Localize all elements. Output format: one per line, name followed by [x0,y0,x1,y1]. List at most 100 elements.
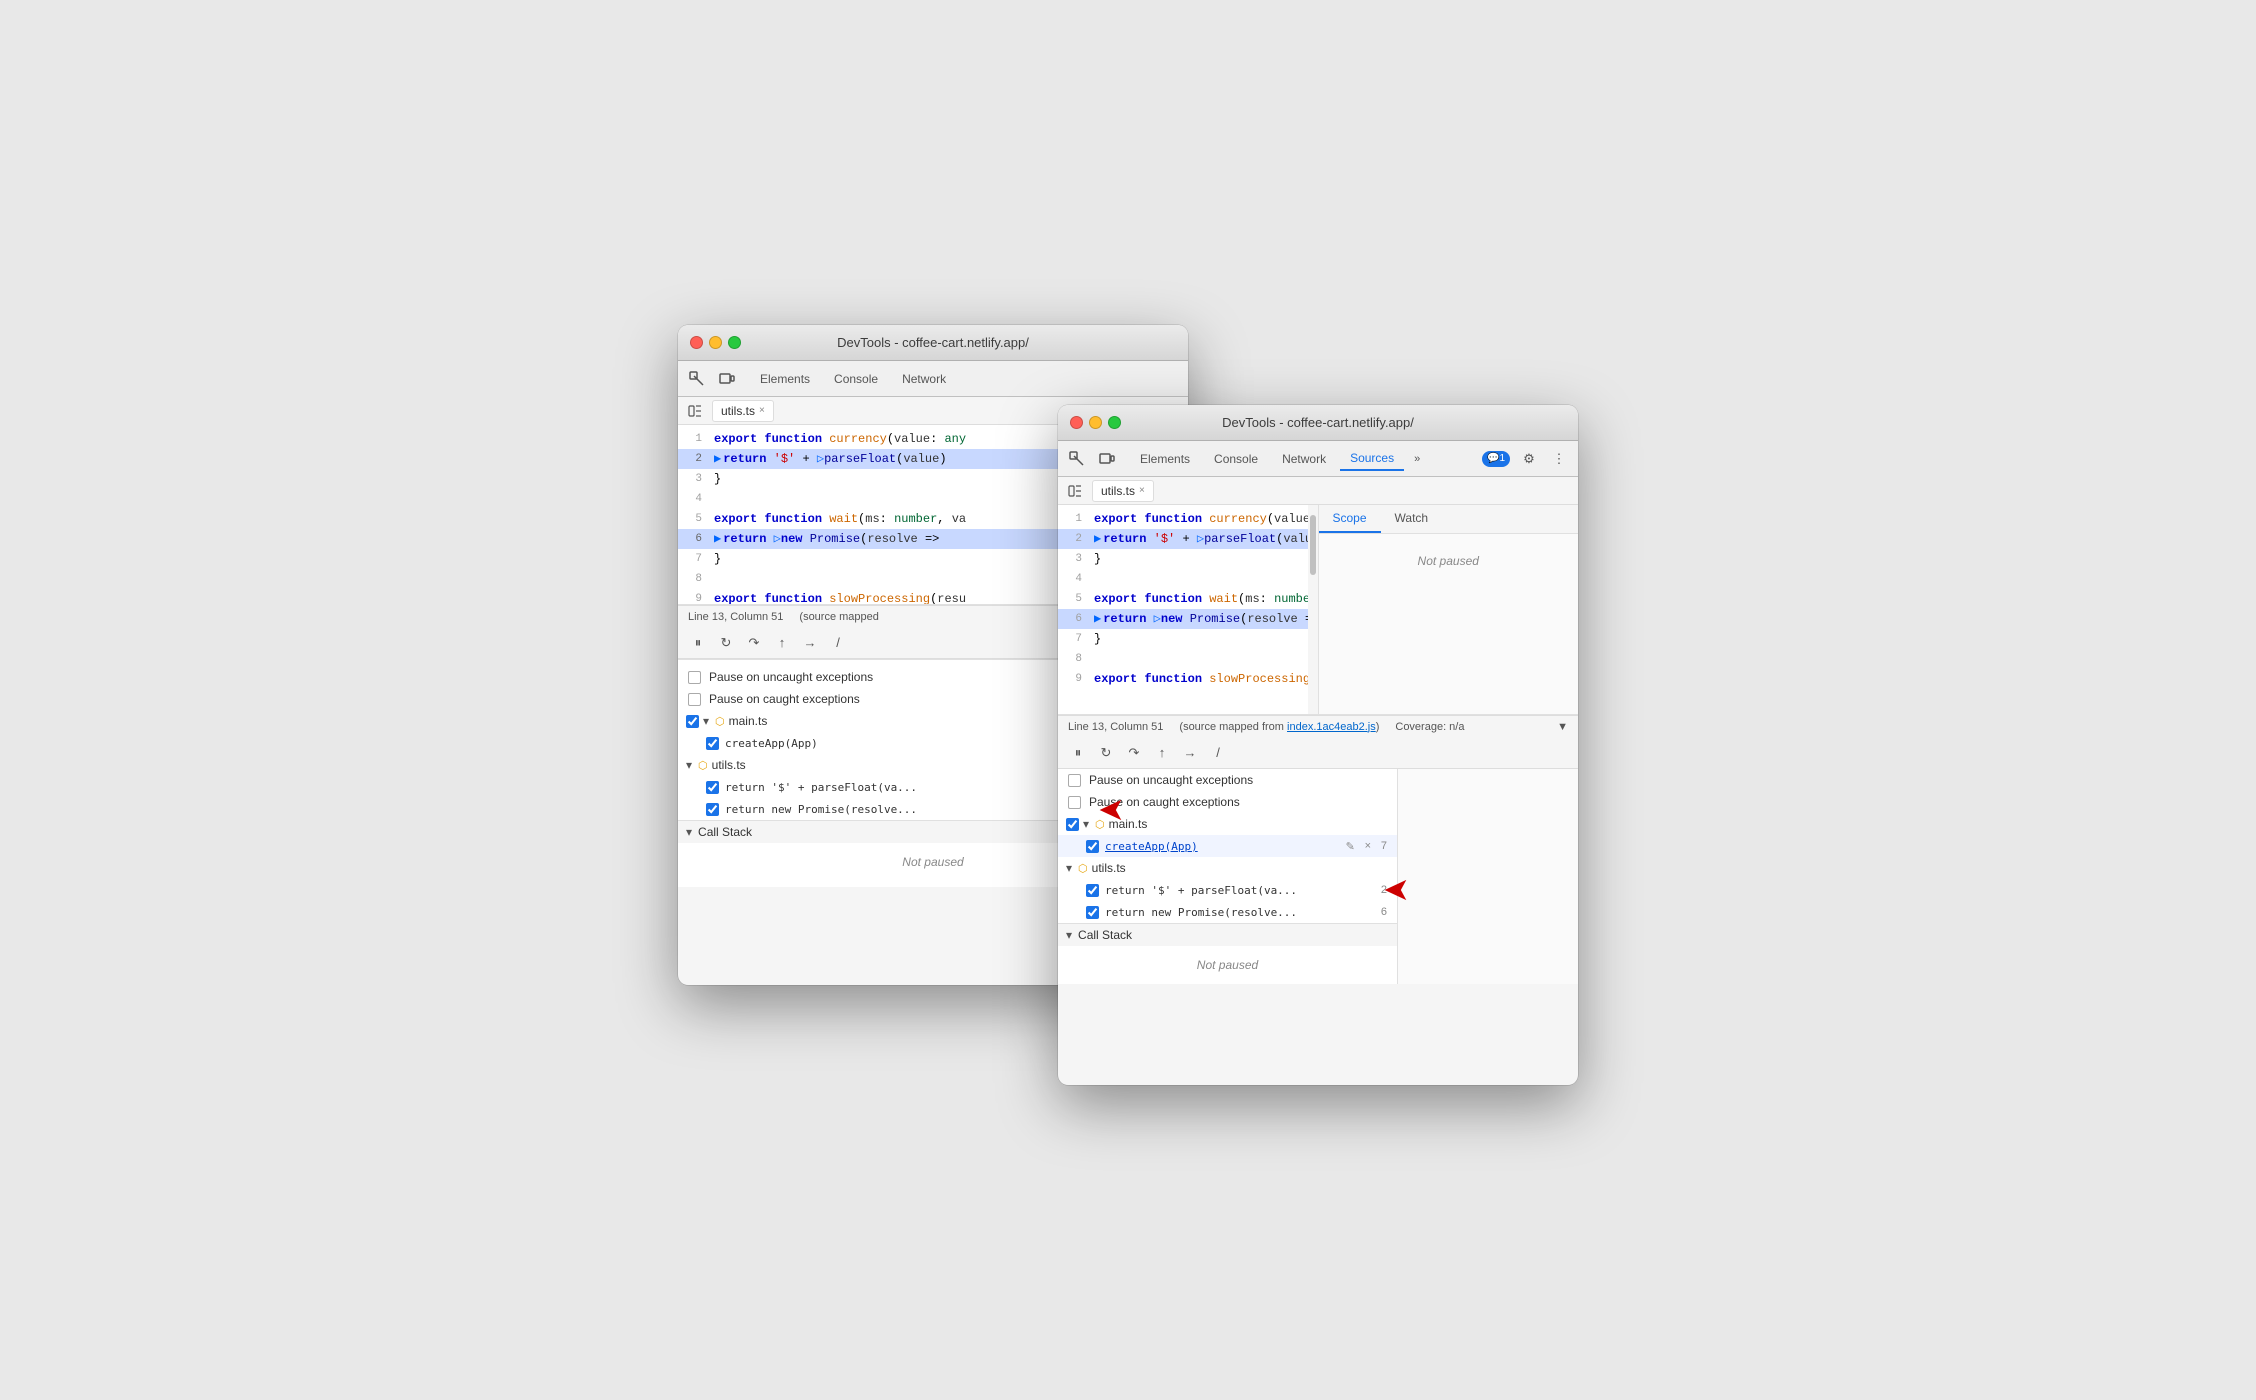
deactivate-btn-back[interactable]: / [828,633,848,653]
inspector-icon-back[interactable] [686,368,708,390]
pause-btn-back[interactable]: ⏸ [688,633,708,653]
bp-section-utils-front[interactable]: ▾ ⬡ utils.ts [1058,857,1397,879]
bp-edit-btn-front[interactable]: ✎ [1346,840,1355,853]
bp-return2-front[interactable]: return new Promise(resolve... 6 [1058,901,1397,923]
bp-return1-cb-back[interactable] [706,781,719,794]
step-over-btn-back[interactable]: ↷ [744,633,764,653]
bp-return1-front[interactable]: return '$' + parseFloat(va... 2 [1058,879,1397,901]
tabbar-back: Elements Console Network [678,361,1188,397]
pause-uncaught-label-front: Pause on uncaught exceptions [1089,773,1253,787]
tab-actions-front: 💬 1 ⚙ ⋮ [1482,448,1570,470]
not-paused-front: Not paused [1058,946,1397,984]
scope-tab-watch[interactable]: Watch [1381,505,1443,533]
bp-createapp-front[interactable]: createApp(App) ✎ × 7 [1058,835,1397,857]
status-source-back: (source mapped [799,611,879,623]
sidebar-toggle-front[interactable] [1066,482,1084,500]
expand-utils-back: ▾ [686,758,692,772]
close-button-back[interactable] [690,336,703,349]
code-scope-split: 1 export function currency(value: any) {… [1058,505,1578,715]
status-coverage-front: Coverage: n/a [1395,721,1464,733]
bp-section-main-front[interactable]: ▾ ⬡ main.ts [1058,813,1397,835]
fullscreen-button-back[interactable] [728,336,741,349]
callstack-label-back: Call Stack [698,825,752,839]
bp-createapp-cb-front[interactable] [1086,840,1099,853]
callstack-header-front[interactable]: ▾ Call Stack [1058,923,1397,946]
tab-network-front[interactable]: Network [1272,448,1336,470]
bp-return2-cb-back[interactable] [706,803,719,816]
close-button-front[interactable] [1070,416,1083,429]
settings-btn-front[interactable]: ⚙ [1518,448,1540,470]
resume-btn-front[interactable]: ↻ [1096,743,1116,763]
tab-console-front[interactable]: Console [1204,448,1268,470]
breakpoints-panel-front: Pause on uncaught exceptions Pause on ca… [1058,769,1398,984]
bp-close-btn-front[interactable]: × [1361,839,1375,853]
notification-icon-front: 💬 [1487,453,1499,464]
tab-elements-back[interactable]: Elements [750,368,820,390]
step-fwd-btn-back[interactable]: → [800,633,820,653]
scope-panel-bottom-front [1398,769,1578,984]
deactivate-btn-front[interactable]: / [1208,743,1228,763]
bp-return1-cb-front[interactable] [1086,884,1099,897]
pause-caught-checkbox-front[interactable] [1068,796,1081,809]
utils-ts-icon-back: ⬡ [698,759,708,772]
file-tab-back[interactable]: utils.ts × [712,400,774,422]
code-scrollbar-front[interactable] [1308,505,1318,714]
debug-toolbar-front: ⏸ ↻ ↷ ↑ → / [1058,737,1578,769]
bp-createapp-code-front: createApp(App) [1105,840,1340,853]
pause-uncaught-row-front: Pause on uncaught exceptions [1058,769,1397,791]
file-tab-close-back[interactable]: × [759,405,765,416]
step-out-btn-back[interactable]: ↑ [772,633,792,653]
code-line-2-front: 2 ▶return '$' + ▷parseFloat(value).▷toFi… [1058,529,1318,549]
status-position-front: Line 13, Column 51 [1068,721,1163,733]
main-ts-name-back: main.ts [729,714,768,728]
sidebar-toggle-back[interactable] [686,402,704,420]
titlebar-front: DevTools - coffee-cart.netlify.app/ [1058,405,1578,441]
device-icon-front[interactable] [1096,448,1118,470]
devtools-window-front: DevTools - coffee-cart.netlify.app/ Elem… [1058,405,1578,1085]
fullscreen-button-front[interactable] [1108,416,1121,429]
utils-ts-icon-front: ⬡ [1078,862,1088,875]
source-map-link-front[interactable]: index.1ac4eab2.js [1287,721,1376,733]
step-fwd-btn-front[interactable]: → [1180,743,1200,763]
utils-ts-name-front: utils.ts [1092,861,1126,875]
bp-return2-code-front: return new Promise(resolve... [1105,906,1375,919]
pause-uncaught-checkbox-front[interactable] [1068,774,1081,787]
resume-btn-back[interactable]: ↻ [716,633,736,653]
window-title-front: DevTools - coffee-cart.netlify.app/ [1222,415,1414,430]
code-line-5-front: 5 export function wait(ms: number, value… [1058,589,1318,609]
code-line-7-front: 7 } [1058,629,1318,649]
tab-elements-front[interactable]: Elements [1130,448,1200,470]
tab-sources-front[interactable]: Sources [1340,447,1404,471]
minimize-button-front[interactable] [1089,416,1102,429]
bp-return2-cb-front[interactable] [1086,906,1099,919]
expand-main-back: ▾ [703,714,709,728]
tab-network-back[interactable]: Network [892,368,956,390]
scrollbar-thumb-front [1310,515,1316,575]
step-over-btn-front[interactable]: ↷ [1124,743,1144,763]
pause-btn-front[interactable]: ⏸ [1068,743,1088,763]
device-icon-back[interactable] [716,368,738,390]
code-line-4-front: 4 [1058,569,1318,589]
file-tab-name-back: utils.ts [721,404,755,418]
notification-badge-front[interactable]: 💬 1 [1482,451,1510,467]
main-ts-icon-back: ⬡ [715,715,725,728]
code-lines-front: 1 export function currency(value: any) {… [1058,505,1318,705]
inspector-icon-front[interactable] [1066,448,1088,470]
pause-uncaught-label-back: Pause on uncaught exceptions [709,670,873,684]
bp-main-checkbox-front[interactable] [1066,818,1079,831]
step-out-btn-front[interactable]: ↑ [1152,743,1172,763]
file-tab-close-front[interactable]: × [1139,485,1145,496]
pause-caught-checkbox-back[interactable] [688,693,701,706]
bp-return1-line-front: 2 [1381,884,1387,896]
status-scroll-btn[interactable]: ▼ [1557,721,1568,733]
more-btn-front[interactable]: ⋮ [1548,448,1570,470]
tab-more-front[interactable]: » [1408,449,1426,469]
pause-uncaught-checkbox-back[interactable] [688,671,701,684]
minimize-button-back[interactable] [709,336,722,349]
scope-tab-scope[interactable]: Scope [1319,505,1381,533]
tab-console-back[interactable]: Console [824,368,888,390]
scope-not-paused: Not paused [1319,534,1579,588]
bp-main-checkbox-back[interactable] [686,715,699,728]
file-tab-front[interactable]: utils.ts × [1092,480,1154,502]
bp-createapp-cb-back[interactable] [706,737,719,750]
